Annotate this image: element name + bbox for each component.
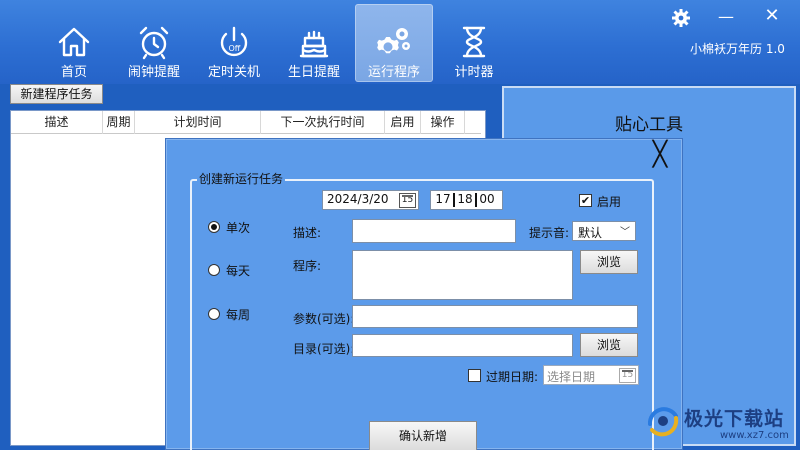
expiry-placeholder: 选择日期 (547, 370, 596, 384)
browse-dir-button[interactable]: 浏览 (580, 333, 638, 357)
watermark-logo-icon (644, 402, 682, 440)
time-second[interactable]: 00 (477, 192, 497, 206)
birthday-cake-icon (294, 22, 334, 62)
alarm-clock-icon (134, 22, 174, 62)
calendar-icon[interactable]: 15 (399, 193, 416, 208)
radio-once-label: 单次 (226, 221, 251, 235)
nav-label-timer: 计时器 (454, 65, 494, 80)
watermark: 极光下载站 www.xz7.com (640, 396, 800, 450)
group-title: 创建新运行任务 (197, 170, 286, 187)
enable-checkbox[interactable]: ✔ (579, 194, 592, 207)
time-picker[interactable]: 17 18 00 (430, 190, 503, 210)
nav-item-shutdown[interactable]: Off 定时关机 (195, 4, 273, 82)
sound-select[interactable]: 默认 ﹀ (572, 221, 636, 241)
description-input[interactable] (352, 219, 516, 243)
nav-label-run-program: 运行程序 (367, 65, 420, 80)
expiry-checkbox[interactable] (468, 369, 481, 382)
browse-program-button[interactable]: 浏览 (580, 250, 638, 274)
date-value: 2024/3/20 (327, 192, 389, 206)
time-minute[interactable]: 18 (455, 192, 475, 206)
args-input[interactable] (352, 305, 638, 328)
dialog-close-button[interactable]: ╳ (648, 142, 672, 167)
nav-label-home: 首页 (60, 65, 87, 80)
radio-weekly-label: 每周 (226, 308, 251, 322)
nav-label-shutdown: 定时关机 (207, 65, 260, 80)
program-input[interactable] (352, 250, 573, 300)
date-picker[interactable]: 2024/3/20 15 (322, 190, 419, 210)
nav-label-birthday: 生日提醒 (287, 65, 340, 80)
column-header-description[interactable]: 描述 (11, 111, 103, 134)
app-title: 小棉袄万年历 1.0 (690, 42, 785, 56)
settings-gear-icon[interactable] (671, 8, 691, 28)
nav-item-run-program[interactable]: 运行程序 (355, 4, 433, 82)
sound-label: 提示音: (529, 226, 570, 240)
radio-daily[interactable] (208, 264, 220, 276)
nav-item-timer[interactable]: 计时器 (435, 4, 513, 82)
enable-label: 启用 (597, 195, 622, 209)
confirm-add-button[interactable]: 确认新增 (369, 421, 477, 450)
watermark-text: 极光下载站 (684, 408, 785, 430)
column-header-next-run[interactable]: 下一次执行时间 (261, 111, 385, 134)
time-hour[interactable]: 17 (433, 192, 453, 206)
nav-item-home[interactable]: 首页 (35, 4, 113, 82)
home-icon (54, 22, 94, 62)
new-program-task-button[interactable]: 新建程序任务 (10, 84, 103, 104)
power-off-icon: Off (214, 22, 254, 62)
expiry-calendar-icon[interactable]: 15 (619, 368, 636, 383)
chevron-down-icon: ﹀ (620, 227, 630, 238)
description-label: 描述: (293, 226, 322, 240)
radio-once[interactable] (208, 221, 220, 233)
column-header-planned-time[interactable]: 计划时间 (135, 111, 261, 134)
top-nav-bar: 首页 闹钟提醒 Off 定时关机 生日提醒 运行程序 计时器 — ✕ 小棉袄万年… (0, 0, 800, 84)
watermark-url: www.xz7.com (720, 430, 789, 441)
column-header-action[interactable]: 操作 (421, 111, 465, 134)
minimize-button[interactable]: — (716, 8, 736, 28)
svg-text:Off: Off (229, 44, 241, 53)
nav-item-alarm[interactable]: 闹钟提醒 (115, 4, 193, 82)
program-label: 程序: (293, 259, 322, 273)
expiry-date-picker[interactable]: 选择日期 15 (543, 365, 639, 385)
hourglass-icon (454, 22, 494, 62)
nav-label-alarm: 闹钟提醒 (127, 65, 180, 80)
dir-input[interactable] (352, 334, 573, 357)
column-header-cycle[interactable]: 周期 (103, 111, 135, 134)
expiry-label: 过期日期: (486, 370, 539, 384)
dir-label: 目录(可选): (293, 342, 355, 356)
create-task-dialog: ╳ 创建新运行任务 2024/3/20 15 17 18 00 ✔ 启用 单次 … (165, 138, 683, 450)
nav-item-birthday[interactable]: 生日提醒 (275, 4, 353, 82)
table-header: 描述 周期 计划时间 下一次执行时间 启用 操作 (11, 111, 481, 134)
tools-panel-title: 贴心工具 (615, 115, 683, 135)
close-window-button[interactable]: ✕ (762, 6, 782, 26)
gears-icon (374, 22, 414, 62)
column-header-enabled[interactable]: 启用 (385, 111, 421, 134)
sound-selected-value: 默认 (578, 226, 603, 240)
radio-daily-label: 每天 (226, 264, 251, 278)
radio-weekly[interactable] (208, 308, 220, 320)
args-label: 参数(可选): (293, 312, 355, 326)
